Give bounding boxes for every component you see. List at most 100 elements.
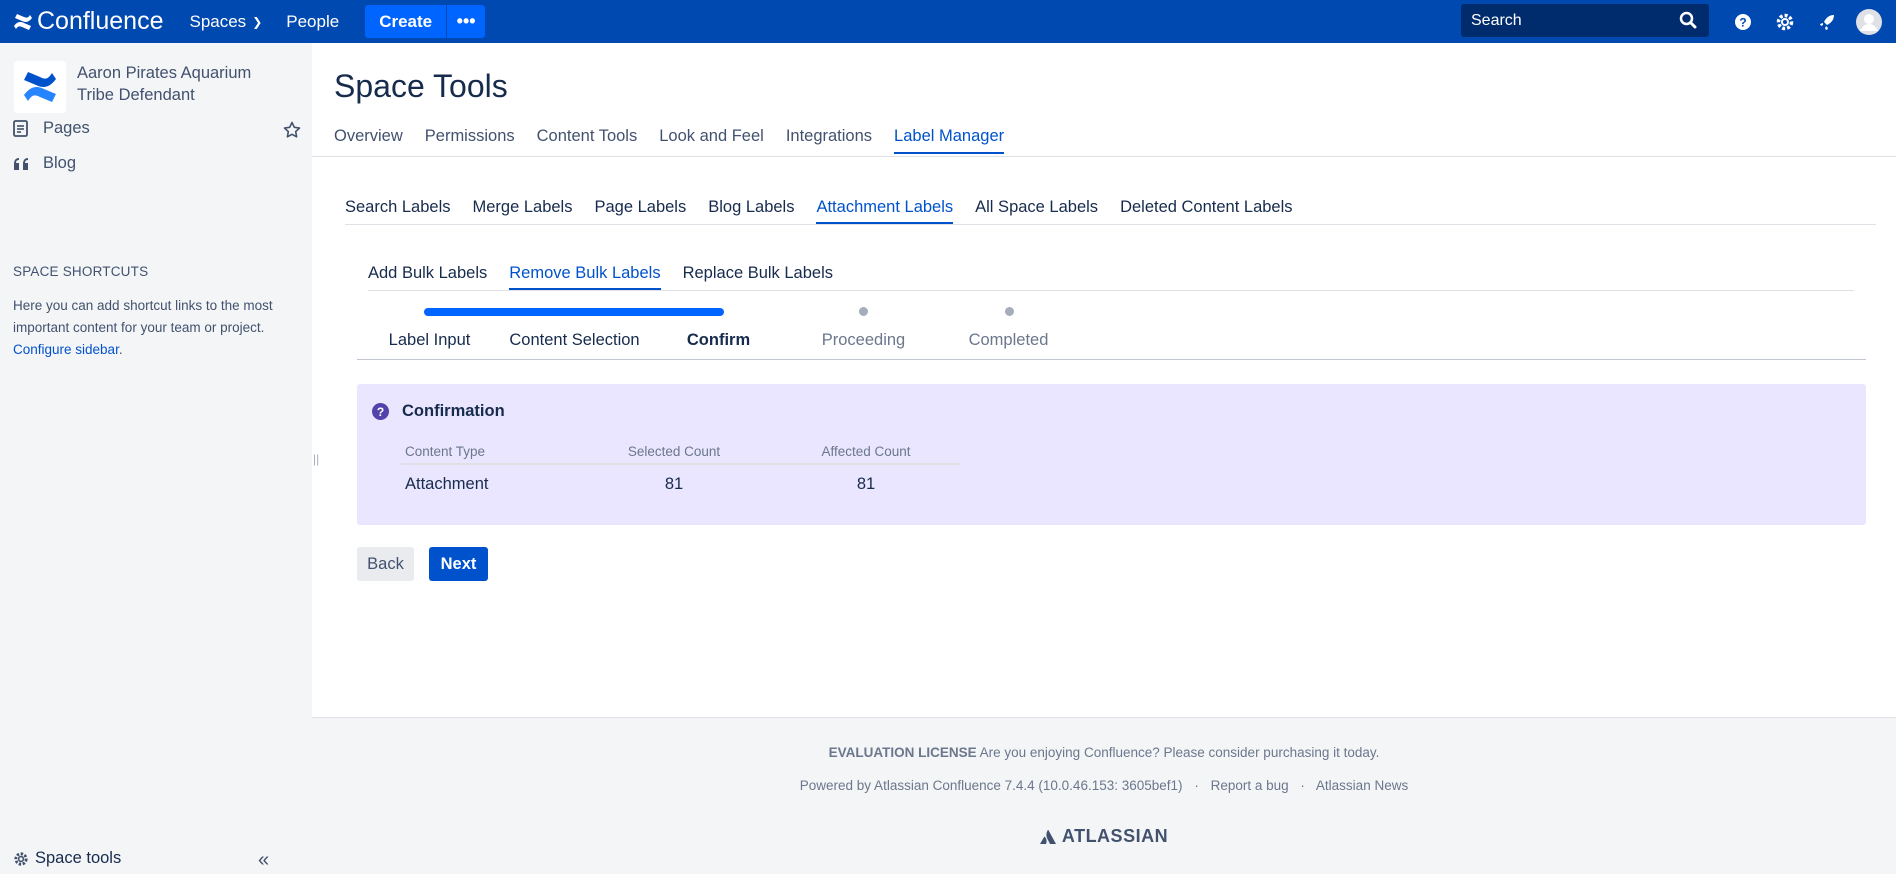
help-icon[interactable]: ?: [1722, 0, 1764, 43]
tab-deleted-content-labels[interactable]: Deleted Content Labels: [1120, 198, 1292, 224]
confirmation-header: ? Confirmation: [372, 402, 505, 421]
brand-name: Confluence: [37, 7, 164, 35]
search-input[interactable]: Search: [1461, 4, 1709, 37]
step-content-selection: Content Selection: [509, 331, 640, 349]
spaces-label: Spaces: [189, 11, 247, 31]
user-avatar-icon[interactable]: [1848, 0, 1890, 43]
search-icon[interactable]: [1679, 11, 1697, 34]
create-more-button[interactable]: •••: [447, 5, 486, 38]
cell-affected-count: 81: [856, 474, 876, 493]
atlassian-logo[interactable]: ATLASSIAN: [312, 826, 1896, 847]
spaces-menu[interactable]: Spaces ❯: [189, 12, 262, 32]
sidebar-item-pages[interactable]: Pages: [13, 119, 90, 138]
tab-look-and-feel[interactable]: Look and Feel: [659, 127, 764, 154]
blog-icon: [13, 157, 33, 171]
create-button-group: Create •••: [365, 5, 486, 38]
back-button[interactable]: Back: [357, 547, 414, 581]
bulk-tabs-divider: [368, 290, 1854, 291]
sidebar: Aaron Pirates Aquarium Tribe Defendant P…: [0, 43, 312, 874]
license-notice: EVALUATION LICENSE Are you enjoying Conf…: [312, 745, 1896, 760]
space-header[interactable]: Aaron Pirates Aquarium Tribe Defendant: [14, 61, 257, 113]
tab-page-labels[interactable]: Page Labels: [594, 198, 686, 224]
chevron-down-icon: ❯: [252, 14, 263, 29]
confluence-space-icon: [24, 72, 56, 102]
space-name[interactable]: Aaron Pirates Aquarium Tribe Defendant: [77, 62, 257, 113]
sidebar-item-label: Pages: [43, 119, 90, 137]
question-icon: ?: [372, 403, 389, 420]
progress-step-dot: [859, 307, 868, 316]
report-bug-link[interactable]: Report a bug: [1211, 778, 1289, 793]
header-selected-count: Selected Count: [627, 443, 721, 459]
sidebar-resize-handle[interactable]: ||: [313, 452, 319, 466]
space-logo: [14, 61, 66, 113]
tab-content-tools[interactable]: Content Tools: [537, 127, 638, 154]
confirmation-panel: ? Confirmation Content Type Selected Cou…: [357, 384, 1866, 525]
space-tools-label: Space tools: [35, 849, 122, 867]
footer-links: Powered by Atlassian Confluence 7.4.4 (1…: [312, 778, 1896, 793]
step-completed: Completed: [968, 331, 1049, 349]
progress-step-dot: [1005, 307, 1014, 316]
shortcuts-description: Here you can add shortcut links to the m…: [13, 298, 273, 335]
next-button[interactable]: Next: [429, 547, 488, 581]
tab-merge-labels[interactable]: Merge Labels: [473, 198, 573, 224]
tab-attachment-labels[interactable]: Attachment Labels: [816, 198, 954, 224]
powered-by-link[interactable]: Powered by Atlassian Confluence 7.4.4 (1…: [800, 778, 1183, 793]
tab-add-bulk-labels[interactable]: Add Bulk Labels: [368, 264, 487, 290]
cell-selected-count: 81: [664, 474, 684, 493]
tab-remove-bulk-labels[interactable]: Remove Bulk Labels: [509, 264, 661, 290]
notifications-rocket-icon[interactable]: [1806, 0, 1848, 43]
sidebar-item-label: Blog: [43, 154, 77, 172]
space-shortcuts-text: Here you can add shortcut links to the m…: [13, 295, 293, 361]
header-affected-count: Affected Count: [821, 443, 911, 459]
atlassian-logo-icon: [1039, 829, 1056, 844]
space-tools-button[interactable]: Space tools: [13, 849, 121, 868]
license-text: Are you enjoying Confluence? Please cons…: [976, 745, 1380, 760]
create-button[interactable]: Create: [365, 5, 448, 38]
table-header-row: Content Type Selected Count Affected Cou…: [401, 439, 961, 465]
top-icons: ?: [1722, 0, 1896, 43]
search-placeholder: Search: [1471, 11, 1522, 29]
configure-sidebar-link[interactable]: Configure sidebar: [13, 342, 119, 357]
cell-content-type: Attachment: [405, 474, 489, 493]
space-tools-tabs: Overview Permissions Content Tools Look …: [334, 127, 1026, 154]
tab-blog-labels[interactable]: Blog Labels: [708, 198, 794, 224]
sidebar-item-blog[interactable]: Blog: [13, 154, 76, 173]
bulk-label-tabs: Add Bulk Labels Remove Bulk Labels Repla…: [368, 264, 855, 290]
gear-icon[interactable]: [1764, 0, 1806, 43]
gear-icon: [13, 851, 29, 867]
step-confirm: Confirm: [686, 331, 751, 349]
license-label: EVALUATION LICENSE: [828, 745, 977, 760]
table-row: Attachment 81 81: [401, 465, 961, 503]
tab-overview[interactable]: Overview: [334, 127, 403, 154]
atlassian-brand: ATLASSIAN: [1061, 826, 1169, 846]
step-label-input: Label Input: [388, 331, 471, 349]
tabs-divider: [312, 156, 1896, 157]
confirmation-title: Confirmation: [402, 402, 505, 420]
progress-bar: [424, 308, 724, 316]
step-proceeding: Proceeding: [821, 331, 906, 349]
tab-all-space-labels[interactable]: All Space Labels: [975, 198, 1098, 224]
steps-divider: [357, 359, 1866, 360]
subtabs-divider: [345, 224, 1876, 225]
page-title: Space Tools: [334, 68, 508, 104]
confluence-logo[interactable]: Confluence: [13, 7, 163, 36]
people-label: People: [286, 11, 340, 31]
confirmation-table: Content Type Selected Count Affected Cou…: [401, 439, 961, 503]
atlassian-news-link[interactable]: Atlassian News: [1316, 778, 1408, 793]
header-content-type: Content Type: [405, 443, 486, 459]
tab-replace-bulk-labels[interactable]: Replace Bulk Labels: [683, 264, 833, 290]
tab-integrations[interactable]: Integrations: [786, 127, 872, 154]
footer-separator: ·: [1300, 778, 1305, 793]
footer: EVALUATION LICENSE Are you enjoying Conf…: [312, 717, 1896, 874]
tab-label-manager[interactable]: Label Manager: [894, 127, 1005, 154]
collapse-sidebar-icon[interactable]: «: [258, 849, 269, 872]
confluence-logo-icon: [14, 13, 32, 30]
star-icon[interactable]: [283, 121, 301, 144]
shortcuts-suffix: .: [118, 342, 123, 357]
tab-permissions[interactable]: Permissions: [425, 127, 515, 154]
people-link[interactable]: People: [286, 12, 339, 32]
pages-icon: [13, 120, 33, 137]
svg-text:?: ?: [1739, 15, 1746, 29]
label-manager-tabs: Search Labels Merge Labels Page Labels B…: [345, 198, 1315, 224]
tab-search-labels[interactable]: Search Labels: [345, 198, 451, 224]
